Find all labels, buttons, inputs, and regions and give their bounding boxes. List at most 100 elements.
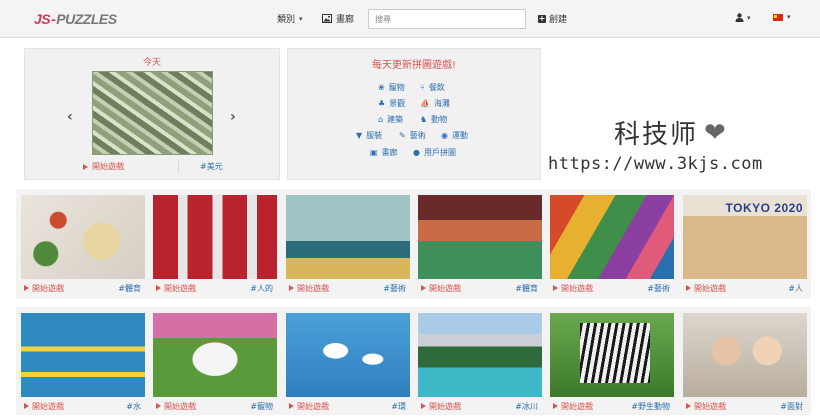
user-menu[interactable]: ▾	[735, 13, 751, 22]
puzzle-card: 開始遊戲 #藝術	[550, 195, 674, 297]
play-icon	[156, 403, 161, 409]
play-button[interactable]: 開始遊戲	[24, 401, 64, 412]
play-icon	[686, 285, 691, 291]
puzzle-thumbnail[interactable]	[286, 195, 410, 279]
search-input[interactable]	[368, 9, 526, 29]
play-icon	[686, 403, 691, 409]
utensils-icon: ⑂	[420, 83, 425, 92]
play-icon	[24, 403, 29, 409]
create-button[interactable]: + 創建	[538, 12, 567, 25]
puzzle-thumbnail[interactable]	[550, 195, 674, 279]
category-link-animals[interactable]: ♞ 動物	[420, 114, 447, 125]
today-tag-link[interactable]: #美元	[200, 161, 223, 172]
navbar: JS - PUZZLES 類別 ▾ 畫廊 + 創建 ▾ ▾	[0, 0, 820, 38]
category-link-landscape[interactable]: ♣ 景觀	[378, 98, 405, 109]
thumbnail-banner-text: TOKYO 2020	[725, 201, 803, 215]
category-link-dining[interactable]: ⑂ 餐飲	[420, 82, 445, 93]
tag-link[interactable]: #寵物	[250, 401, 273, 412]
category-link-gallery[interactable]: ▣ 畫廊	[370, 147, 398, 158]
play-icon	[289, 285, 294, 291]
play-button[interactable]: 開始遊戲	[686, 283, 726, 294]
tag-link[interactable]: #藝術	[647, 283, 670, 294]
daily-title: 每天更新拼圖遊戲!	[371, 60, 456, 71]
play-button[interactable]: 開始遊戲	[289, 401, 329, 412]
horse-icon: ♞	[420, 115, 428, 124]
puzzle-card: 開始遊戲 #水	[21, 313, 145, 415]
tag-link[interactable]: #冰川	[515, 401, 538, 412]
puzzle-thumbnail[interactable]	[418, 195, 542, 279]
tag-link[interactable]: #體育	[515, 283, 538, 294]
puzzle-thumbnail[interactable]	[418, 313, 542, 397]
puzzle-card: 開始遊戲 #面對	[683, 313, 807, 415]
puzzle-thumbnail[interactable]: TOKYO 2020	[683, 195, 807, 279]
puzzle-thumbnail[interactable]	[550, 313, 674, 397]
watermark-url: https://www.3kjs.com	[548, 154, 763, 174]
play-button[interactable]: 開始遊戲	[553, 283, 593, 294]
watermark: 科技师 ❤	[614, 117, 728, 151]
gallery-link[interactable]: 畫廊	[322, 12, 354, 25]
heart-icon: ❤	[704, 117, 728, 148]
tag-link[interactable]: #人	[788, 283, 803, 294]
play-button[interactable]: 開始遊戲	[421, 283, 461, 294]
category-link-pets[interactable]: ❀ 寵物	[378, 82, 405, 93]
tag-link[interactable]: #野生動物	[631, 401, 670, 412]
puzzle-thumbnail[interactable]	[21, 313, 145, 397]
puzzle-card: 開始遊戲 #冰川	[418, 313, 542, 415]
play-icon	[156, 285, 161, 291]
chevron-down-icon: ▾	[747, 13, 751, 22]
chevron-left-icon[interactable]: ‹	[67, 109, 73, 125]
play-icon	[553, 285, 558, 291]
puzzle-thumbnail[interactable]	[153, 313, 277, 397]
category-label: 類別	[277, 15, 296, 25]
divider	[178, 159, 179, 173]
play-icon	[553, 403, 558, 409]
category-link-clothing[interactable]: ▼ 服裝	[356, 130, 382, 141]
play-icon	[289, 403, 294, 409]
tshirt-icon: ▼	[356, 131, 363, 140]
puzzle-card: 開始遊戲 #藝術	[286, 195, 410, 297]
ship-icon: ⛵	[420, 99, 430, 108]
puzzle-thumbnail[interactable]	[286, 313, 410, 397]
tag-link[interactable]: #體育	[118, 283, 141, 294]
play-button[interactable]: 開始遊戲	[686, 401, 726, 412]
puzzle-card: 開始遊戲 #體育	[418, 195, 542, 297]
category-link-beach[interactable]: ⛵ 海灘	[420, 98, 450, 109]
category-link-architecture[interactable]: ⌂ 建築	[378, 114, 403, 125]
tag-link[interactable]: #環	[391, 401, 406, 412]
tag-link[interactable]: #藝術	[383, 283, 406, 294]
play-button[interactable]: 開始遊戲	[553, 401, 593, 412]
today-puzzle-image[interactable]	[92, 71, 213, 155]
puzzle-thumbnail[interactable]	[683, 313, 807, 397]
site-logo[interactable]: JS - PUZZLES	[34, 9, 117, 29]
daily-panel: 每天更新拼圖遊戲! ❀ 寵物 ⑂ 餐飲 ♣ 景觀 ⛵ 海灘 ⌂ 建築 ♞ 動物 …	[287, 48, 541, 180]
category-link-art[interactable]: ✎ 藝術	[399, 130, 426, 141]
tag-link[interactable]: #人的	[250, 283, 273, 294]
today-panel: 今天 ‹ › 開始遊戲 #美元	[24, 48, 280, 180]
brush-icon: ✎	[399, 131, 406, 140]
puzzle-card: 開始遊戲 #體育	[21, 195, 145, 297]
play-button[interactable]: 開始遊戲	[156, 283, 196, 294]
play-button[interactable]: 開始遊戲	[289, 283, 329, 294]
play-icon	[24, 285, 29, 291]
puzzle-thumbnail[interactable]	[153, 195, 277, 279]
user-icon	[735, 13, 744, 22]
play-icon	[421, 403, 426, 409]
category-dropdown[interactable]: 類別 ▾	[277, 12, 303, 26]
category-link-sports[interactable]: ◉ 運動	[441, 130, 468, 141]
tag-link[interactable]: #面對	[780, 401, 803, 412]
create-label: 創建	[549, 15, 568, 25]
language-menu[interactable]: ▾	[773, 13, 791, 21]
play-button[interactable]: 開始遊戲	[421, 401, 461, 412]
user-icon: ●	[413, 148, 420, 157]
building-icon: ⌂	[378, 115, 384, 124]
tag-link[interactable]: #水	[126, 401, 141, 412]
puzzle-card: 開始遊戲 #環	[286, 313, 410, 415]
puzzle-card: TOKYO 2020 開始遊戲 #人	[683, 195, 807, 297]
chevron-right-icon[interactable]: ›	[230, 109, 236, 125]
today-play-button[interactable]: 開始遊戲	[83, 161, 124, 172]
image-icon: ▣	[370, 148, 378, 157]
puzzle-thumbnail[interactable]	[21, 195, 145, 279]
play-button[interactable]: 開始遊戲	[156, 401, 196, 412]
play-button[interactable]: 開始遊戲	[24, 283, 64, 294]
category-link-user-puzzles[interactable]: ● 用戶拼圖	[413, 147, 456, 158]
